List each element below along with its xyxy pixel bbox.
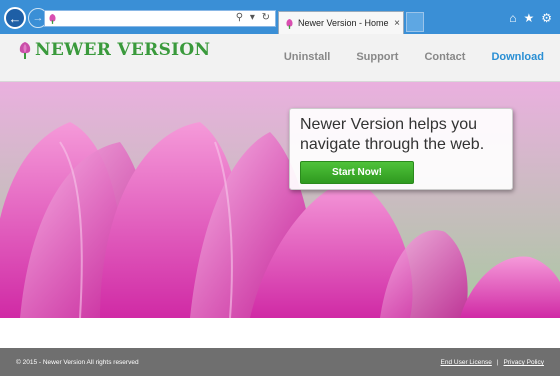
site-logo[interactable]: NEWER VERSION	[18, 40, 210, 60]
site-footer: © 2015 - Newer Version All rights reserv…	[0, 348, 560, 376]
address-bar[interactable]: ⚲ ▾ ↻	[44, 10, 276, 27]
tulip-favicon-icon	[49, 14, 56, 24]
home-icon[interactable]: ⌂	[509, 11, 516, 25]
gear-icon[interactable]: ⚙	[541, 11, 552, 25]
nav-uninstall[interactable]: Uninstall	[284, 51, 330, 63]
logo-text: NEWER VERSION	[35, 40, 211, 60]
nav-download[interactable]: Download	[491, 51, 544, 63]
new-tab-button[interactable]	[406, 12, 424, 32]
copyright-text: © 2015 - Newer Version All rights reserv…	[16, 359, 139, 366]
content-spacer	[0, 318, 560, 348]
close-tab-icon[interactable]: ×	[391, 18, 403, 29]
back-arrow-icon[interactable]: ←	[4, 7, 26, 29]
tulip-logo-icon	[19, 42, 31, 59]
start-now-button[interactable]: Start Now!	[300, 161, 414, 184]
footer-separator: |	[496, 359, 499, 366]
browser-toolbar: ← → ⚲ ▾ ↻ Newer Version - Home Page × ⌂ …	[0, 0, 560, 34]
tulip-favicon-icon	[286, 18, 293, 29]
main-nav: Uninstall Support Contact Download	[258, 51, 544, 63]
address-tools[interactable]: ⚲ ▾ ↻	[236, 12, 272, 23]
site-header: NEWER VERSION Uninstall Support Contact …	[0, 34, 560, 82]
privacy-policy-link[interactable]: Privacy Policy	[504, 359, 544, 366]
tab-title: Newer Version - Home Page	[298, 18, 391, 28]
promo-box: Newer Version helps you navigate through…	[289, 108, 513, 190]
hero-banner: Newer Version helps you navigate through…	[0, 82, 560, 318]
end-user-license-link[interactable]: End User License	[441, 359, 492, 366]
nav-contact[interactable]: Contact	[424, 51, 465, 63]
star-icon[interactable]: ★	[523, 11, 534, 25]
nav-support[interactable]: Support	[356, 51, 398, 63]
tab-home-page[interactable]: Newer Version - Home Page ×	[278, 11, 404, 34]
promo-headline: Newer Version helps you navigate through…	[300, 116, 485, 153]
